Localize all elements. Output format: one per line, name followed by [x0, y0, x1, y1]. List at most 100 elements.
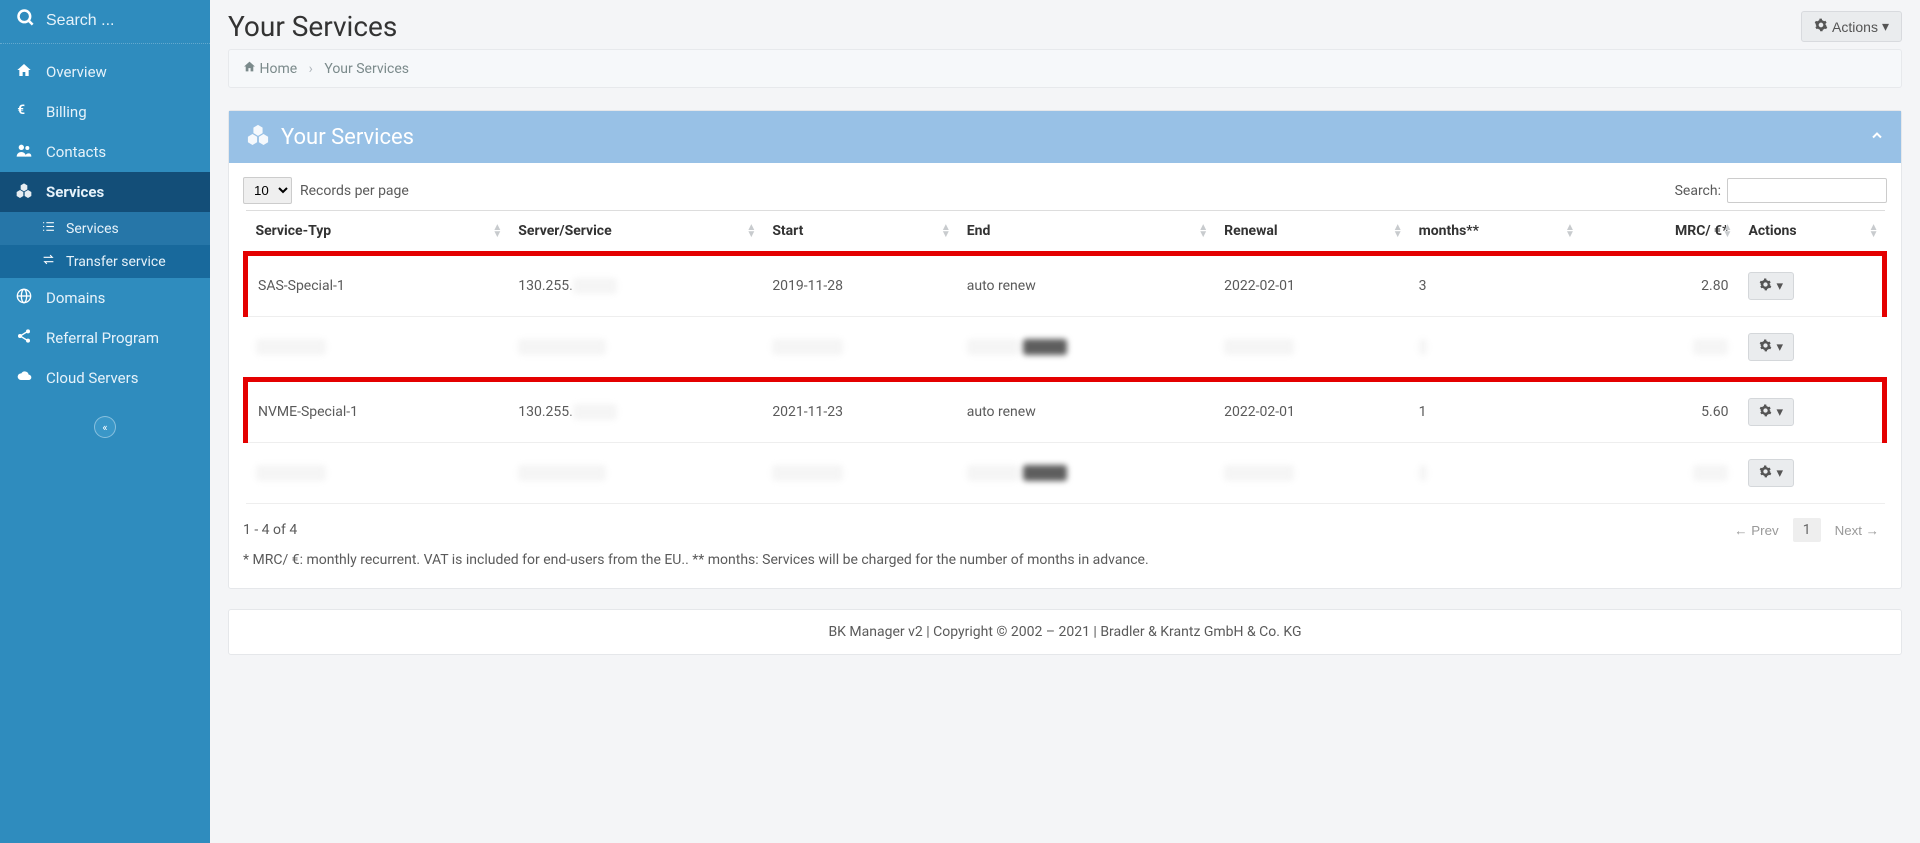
nav-label: Referral Program	[46, 329, 159, 347]
gear-icon	[1759, 465, 1772, 481]
gear-icon	[1759, 339, 1772, 355]
page-number[interactable]: 1	[1793, 518, 1821, 542]
main-content: Your Services Actions ▾ Home › Your Serv…	[210, 0, 1920, 843]
cell-service-type: SAS-Special-1	[246, 254, 509, 317]
row-actions-button[interactable]: ▾	[1748, 333, 1794, 361]
gear-icon	[1814, 18, 1828, 35]
cell-server: 130.255.XXXXX	[508, 380, 762, 443]
cell-actions: ▾	[1738, 380, 1884, 443]
nav-label: Domains	[46, 289, 105, 307]
table-row: XXXXXXXXXXXXXXXXXXXXXXXXXXXXXXXX XXXXXXX…	[246, 317, 1885, 380]
nav-cloud[interactable]: Cloud Servers	[0, 358, 210, 398]
caret-down-icon: ▾	[1776, 465, 1783, 481]
sort-icon: ▲▼	[1723, 224, 1733, 238]
cell-months: 3	[1409, 254, 1581, 317]
sidebar-collapse-button[interactable]: «	[94, 416, 116, 438]
panel-title: Your Services	[281, 125, 414, 150]
col-mrc[interactable]: MRC/ €*▲▼	[1581, 211, 1739, 254]
cell-months: X	[1409, 317, 1581, 380]
nav-overview[interactable]: Overview	[0, 52, 210, 92]
panel-collapse-button[interactable]	[1869, 125, 1885, 150]
cell-start: 2021-11-23	[762, 380, 956, 443]
page-title: Your Services	[228, 10, 397, 43]
sort-icon: ▲▼	[746, 224, 756, 238]
table-row: NVME-Special-1130.255.XXXXX2021-11-23aut…	[246, 380, 1885, 443]
cell-start: 2019-11-28	[762, 254, 956, 317]
row-actions-button[interactable]: ▾	[1748, 459, 1794, 487]
euro-icon: €	[16, 102, 38, 122]
home-icon	[16, 62, 38, 82]
page-actions-button[interactable]: Actions ▾	[1801, 11, 1902, 42]
page-size-select[interactable]: 10	[243, 177, 292, 204]
cell-actions: ▾	[1738, 443, 1884, 504]
breadcrumb-home[interactable]: Home	[259, 61, 297, 77]
search-label: Search:	[1675, 183, 1721, 199]
breadcrumb-current: Your Services	[324, 61, 409, 77]
footer: BK Manager v2 | Copyright © 2002 – 2021 …	[228, 609, 1902, 655]
cubes-icon	[247, 123, 269, 151]
nav-billing[interactable]: € Billing	[0, 92, 210, 132]
cell-end: auto renew	[957, 380, 1214, 443]
nav-label: Overview	[46, 63, 107, 81]
cell-mrc: XXXX	[1581, 317, 1739, 380]
sidebar: Overview € Billing Contacts Services Ser…	[0, 0, 210, 843]
nav-label: Billing	[46, 103, 87, 121]
globe-icon	[16, 288, 38, 308]
col-months[interactable]: months**▲▼	[1409, 211, 1581, 254]
next-button[interactable]: Next →	[1827, 519, 1887, 542]
table-row: XXXXXXXXXXXXXXXXXXXXXXXXXXXXXXXX XXXXXXX…	[246, 443, 1885, 504]
cell-months: 1	[1409, 380, 1581, 443]
cell-actions: ▾	[1738, 254, 1884, 317]
table-search-input[interactable]	[1727, 178, 1887, 203]
cell-server: XXXXXXXXXX	[508, 443, 762, 504]
nav-domains[interactable]: Domains	[0, 278, 210, 318]
table-row: SAS-Special-1130.255.XXXXX2019-11-28auto…	[246, 254, 1885, 317]
cell-months: X	[1409, 443, 1581, 504]
row-actions-button[interactable]: ▾	[1748, 272, 1794, 300]
cell-end: auto renew	[957, 254, 1214, 317]
search-input[interactable]	[46, 12, 194, 30]
nav-label: Cloud Servers	[46, 369, 138, 387]
cell-renewal: XXXXXXXX	[1214, 443, 1408, 504]
nav-services[interactable]: Services	[0, 172, 210, 212]
col-renewal[interactable]: Renewal▲▼	[1214, 211, 1408, 254]
cloud-icon	[16, 368, 38, 388]
chevron-double-left-icon: «	[102, 421, 107, 434]
cell-service-type: NVME-Special-1	[246, 380, 509, 443]
cell-end: XXXXXX XXXXX	[957, 443, 1214, 504]
users-icon	[16, 142, 38, 162]
subnav-services[interactable]: Services	[0, 212, 210, 245]
sort-icon: ▲▼	[941, 224, 951, 238]
cell-mrc: 2.80	[1581, 254, 1739, 317]
subnav-label: Transfer service	[66, 254, 166, 270]
cell-mrc: 5.60	[1581, 380, 1739, 443]
caret-down-icon: ▾	[1776, 339, 1783, 355]
sort-icon: ▲▼	[1393, 224, 1403, 238]
cell-renewal: 2022-02-01	[1214, 380, 1408, 443]
cell-service-type: XXXXXXXX	[246, 317, 509, 380]
subnav-transfer[interactable]: Transfer service	[0, 245, 210, 278]
cell-end: XXXXXX XXXXX	[957, 317, 1214, 380]
row-actions-button[interactable]: ▾	[1748, 398, 1794, 426]
cell-server: 130.255.XXXXX	[508, 254, 762, 317]
gear-icon	[1759, 278, 1772, 294]
col-end[interactable]: End▲▼	[957, 211, 1214, 254]
nav-referral[interactable]: Referral Program	[0, 318, 210, 358]
subnav-label: Services	[66, 221, 119, 237]
nav-contacts[interactable]: Contacts	[0, 132, 210, 172]
sort-icon: ▲▼	[492, 224, 502, 238]
sort-icon: ▲▼	[1565, 224, 1575, 238]
sort-icon: ▲▼	[1869, 224, 1879, 238]
col-start[interactable]: Start▲▼	[762, 211, 956, 254]
breadcrumb: Home › Your Services	[228, 49, 1902, 88]
transfer-icon	[42, 253, 60, 270]
caret-down-icon: ▾	[1882, 18, 1889, 35]
col-service-type[interactable]: Service-Typ▲▼	[246, 211, 509, 254]
list-icon	[42, 220, 60, 237]
caret-down-icon: ▾	[1776, 404, 1783, 420]
nav-label: Services	[46, 183, 104, 201]
col-server[interactable]: Server/Service▲▼	[508, 211, 762, 254]
prev-button[interactable]: ← Prev	[1726, 519, 1786, 542]
col-actions[interactable]: Actions▲▼	[1738, 211, 1884, 254]
services-panel: Your Services 10 Records per page Search…	[228, 110, 1902, 589]
